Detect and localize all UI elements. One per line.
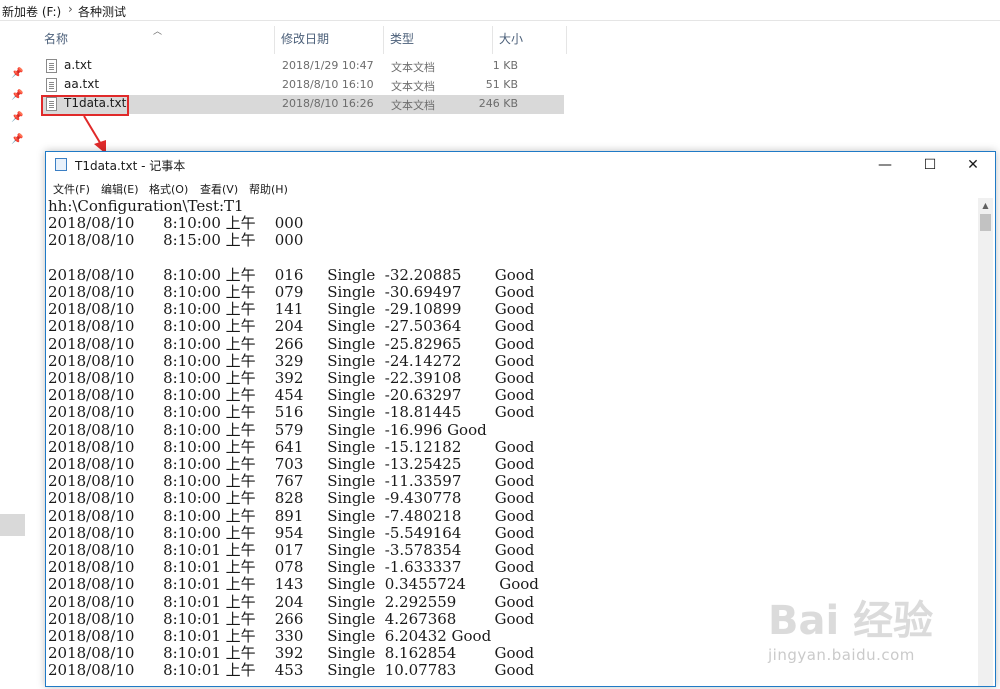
file-size: 1 KB — [492, 59, 518, 72]
text-line: 2018/08/10 8:10:00 上午 516 Single -18.814… — [48, 403, 535, 422]
pin-icon[interactable]: 📌 — [11, 112, 23, 124]
pin-icon[interactable]: 📌 — [11, 134, 23, 146]
column-headers: 名称 修改日期 类型 大小 — [38, 26, 568, 54]
scroll-up-icon[interactable]: ▲ — [978, 198, 993, 213]
column-header-name[interactable]: 名称 — [38, 26, 275, 54]
text-line: 2018/08/10 8:10:00 上午 266 Single -25.829… — [48, 334, 535, 353]
close-button[interactable]: ✕ — [951, 152, 995, 178]
text-line: 2018/08/10 8:10:00 上午 767 Single -11.335… — [48, 472, 535, 491]
text-line: hh:\Configuration\Test:T1 — [48, 198, 244, 215]
vertical-scrollbar[interactable]: ▲ — [978, 198, 993, 686]
text-line: 2018/08/10 8:15:00 上午 000 — [48, 231, 304, 250]
text-line: 2018/08/10 8:10:00 上午 392 Single -22.391… — [48, 369, 535, 388]
window-title: T1data.txt - 记事本 — [75, 159, 186, 173]
text-line: 2018/08/10 8:10:00 上午 828 Single -9.4307… — [48, 489, 535, 508]
pin-icon[interactable]: 📌 — [11, 90, 23, 102]
text-line: 2018/08/10 8:10:00 上午 329 Single -24.142… — [48, 351, 535, 370]
nav-pane-selected-item[interactable] — [0, 514, 25, 536]
text-line: 2018/08/10 8:10:00 上午 954 Single -5.5491… — [48, 523, 535, 542]
file-size: 51 KB — [485, 78, 518, 91]
text-line: 2018/08/10 8:10:00 上午 204 Single -27.503… — [48, 317, 535, 336]
text-line: 2018/08/10 8:10:01 上午 392 Single 8.16285… — [48, 644, 535, 663]
text-line: 2018/08/10 8:10:01 上午 330 Single 6.20432… — [48, 627, 492, 646]
text-line: 2018/08/10 8:10:01 上午 204 Single 2.29255… — [48, 592, 535, 611]
notepad-window: T1data.txt - 记事本 — ☐ ✕ 文件(F) 编辑(E) 格式(O)… — [45, 151, 996, 687]
text-line: 2018/08/10 8:10:01 上午 453 Single 10.0778… — [48, 661, 535, 680]
menu-bar: 文件(F) 编辑(E) 格式(O) 查看(V) 帮助(H) — [46, 179, 995, 198]
menu-help[interactable]: 帮助(H) — [249, 181, 288, 197]
text-line: 2018/08/10 8:10:00 上午 579 Single -16.996… — [48, 420, 487, 439]
pin-icon[interactable]: 📌 — [11, 68, 23, 80]
file-row[interactable]: aa.txt 2018/8/10 16:10 文本文档 51 KB — [42, 76, 564, 95]
breadcrumb-separator-icon: › — [68, 2, 73, 16]
breadcrumb-drive[interactable]: 新加卷 (F:) — [2, 3, 61, 20]
text-line — [48, 250, 976, 267]
minimize-button[interactable]: — — [863, 152, 907, 178]
column-header-modified[interactable]: 修改日期 — [275, 26, 384, 54]
text-line: 2018/08/10 8:10:01 上午 017 Single -3.5783… — [48, 541, 535, 560]
maximize-button[interactable]: ☐ — [908, 152, 952, 178]
text-line: 2018/08/10 8:10:00 上午 891 Single -7.4802… — [48, 506, 535, 525]
text-line: 2018/08/10 8:10:00 上午 079 Single -30.694… — [48, 283, 535, 302]
breadcrumb-folder[interactable]: 各种测试 — [78, 3, 126, 20]
menu-format[interactable]: 格式(O) — [149, 181, 188, 197]
text-line: 2018/08/10 8:10:00 上午 000 — [48, 214, 304, 233]
text-line: 2018/08/10 8:10:00 上午 016 Single -32.208… — [48, 265, 535, 284]
text-line: 2018/08/10 8:10:00 上午 703 Single -13.254… — [48, 455, 535, 474]
menu-edit[interactable]: 编辑(E) — [101, 181, 139, 197]
text-line: 2018/08/10 8:10:01 上午 266 Single 4.26736… — [48, 609, 535, 628]
notepad-icon — [55, 158, 67, 171]
text-line: 2018/08/10 8:10:01 上午 143 Single 0.34557… — [48, 575, 539, 594]
text-editor[interactable]: hh:\Configuration\Test:T1 2018/08/10 8:10… — [48, 198, 976, 686]
text-line: 2018/08/10 8:10:01 上午 078 Single -1.6333… — [48, 558, 535, 577]
text-line: 2018/08/10 8:10:00 上午 141 Single -29.108… — [48, 300, 535, 319]
text-line: 2018/08/10 8:10:00 上午 454 Single -20.632… — [48, 386, 535, 405]
text-line: 2018/08/10 8:10:00 上午 641 Single -15.121… — [48, 437, 535, 456]
column-header-type[interactable]: 类型 — [384, 26, 493, 54]
address-breadcrumb: 新加卷 (F:) › 各种测试 — [0, 0, 1000, 21]
column-header-size[interactable]: 大小 — [493, 26, 567, 54]
file-row[interactable]: a.txt 2018/1/29 10:47 文本文档 1 KB — [42, 57, 564, 76]
title-bar[interactable]: T1data.txt - 记事本 — ☐ ✕ — [46, 152, 995, 178]
highlight-box — [41, 95, 129, 116]
menu-view[interactable]: 查看(V) — [200, 181, 238, 197]
scrollbar-thumb[interactable] — [980, 214, 991, 231]
menu-file[interactable]: 文件(F) — [53, 181, 90, 197]
text-content: hh:\Configuration\Test:T1 2018/08/10 8:10… — [48, 198, 976, 680]
